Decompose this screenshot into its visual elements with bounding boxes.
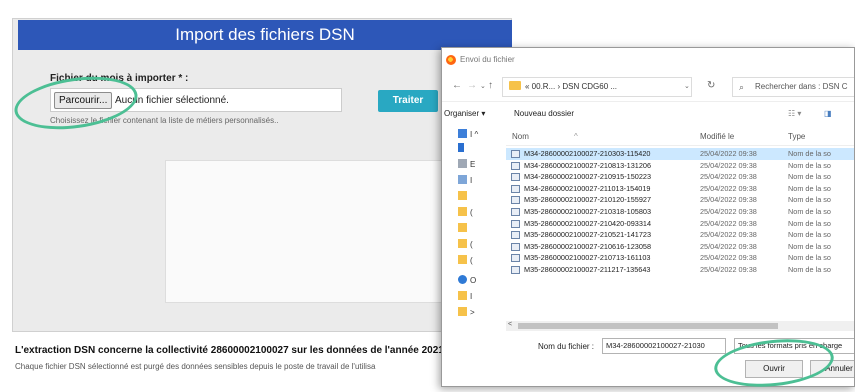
back-arrow-icon[interactable]: ← <box>452 80 462 91</box>
filetype-select[interactable]: Tous les formats pris en charge <box>734 338 854 354</box>
tree-item-quick-access[interactable]: I ^ <box>458 128 502 142</box>
file-icon <box>511 231 520 240</box>
file-icon <box>511 173 520 182</box>
file-icon <box>511 161 520 170</box>
file-input[interactable]: Parcourir... Aucun fichier sélectionné. <box>50 88 342 112</box>
file-row[interactable]: M35-28600002100027-210521-141723 25/04/20… <box>506 229 854 241</box>
path-dropdown-icon[interactable]: ⌄ <box>684 82 690 90</box>
column-type[interactable]: Type <box>788 132 805 141</box>
filename-input[interactable]: M34-28600002100027-21030 <box>602 338 726 354</box>
folder-icon <box>458 191 467 200</box>
organize-menu[interactable]: Organiser ▾ <box>444 109 485 118</box>
folder-icon <box>458 207 467 216</box>
tree-item-folder-5[interactable]: ( <box>458 254 502 268</box>
column-modified[interactable]: Modifié le <box>700 132 734 141</box>
column-name[interactable]: Nom <box>512 132 529 141</box>
file-icon <box>511 219 520 228</box>
folder-icon <box>458 291 467 300</box>
preview-pane-icon[interactable]: ◨ <box>824 109 832 118</box>
file-row[interactable]: M34-28600002100027-211013-154019 25/04/20… <box>506 183 854 195</box>
forward-arrow-icon[interactable]: → <box>467 80 477 91</box>
navigation-tree: I ^ E I ( ( ( O I > <box>442 128 504 321</box>
file-icon <box>511 242 520 251</box>
file-icon <box>511 150 520 158</box>
up-arrow-icon[interactable]: ↑ <box>488 80 493 91</box>
browse-button[interactable]: Parcourir... <box>54 92 113 109</box>
refresh-icon[interactable]: ↻ <box>707 80 715 91</box>
folder-icon <box>458 239 467 248</box>
search-input[interactable]: ⌕ Rechercher dans : DSN C <box>732 77 854 97</box>
quick-access-icon <box>458 129 467 138</box>
file-status-text: Aucun fichier sélectionné. <box>115 95 229 106</box>
sort-caret-icon: ^ <box>574 132 578 141</box>
tree-item-downloads[interactable] <box>458 142 502 156</box>
horizontal-scrollbar[interactable]: < <box>506 321 854 331</box>
cloud-icon <box>458 275 467 284</box>
file-row[interactable]: M35-28600002100027-210318-105803 25/04/20… <box>506 206 854 218</box>
search-placeholder: Rechercher dans : DSN C <box>755 82 848 91</box>
scroll-left-icon[interactable]: < <box>508 321 512 328</box>
filename-label: Nom du fichier : <box>538 342 595 351</box>
folder-icon <box>509 81 521 90</box>
file-icon <box>511 266 520 274</box>
file-list-header: Nom ^ Modifié le Type <box>506 128 854 146</box>
file-upload-dialog: Envoi du fichier ← → ⌄ ↑ « 00.R... › DSN… <box>441 47 855 387</box>
file-icon <box>511 196 520 205</box>
file-row[interactable]: M34-28600002100027-210915-150223 25/04/20… <box>506 171 854 183</box>
tree-item-folder-1[interactable] <box>458 190 502 204</box>
tree-item-pictures[interactable]: I <box>458 174 502 188</box>
file-row[interactable]: M35-28600002100027-211217-135643 25/04/20… <box>506 264 854 276</box>
tree-item-folder-2[interactable]: ( <box>458 206 502 220</box>
firefox-icon <box>446 55 456 65</box>
view-options-icon[interactable]: ☷ ▾ <box>788 109 801 118</box>
tree-item-folder-4[interactable]: ( <box>458 238 502 252</box>
file-icon <box>511 254 520 263</box>
breadcrumb[interactable]: « 00.R... › DSN CDG60 ... <box>502 77 692 97</box>
page: Import des fichiers DSN Fichier du mois … <box>0 0 855 392</box>
file-row[interactable]: M35-28600002100027-210713-161103 25/04/20… <box>506 252 854 264</box>
tree-item-onedrive[interactable]: O <box>458 274 502 288</box>
file-field-label: Fichier du mois à importer * : <box>50 73 189 84</box>
tree-item-folder-7[interactable]: > <box>458 306 502 320</box>
purge-note: Chaque fichier DSN sélectionné est purgé… <box>15 362 376 371</box>
scrollbar-thumb[interactable] <box>518 323 778 329</box>
download-icon <box>458 143 464 152</box>
file-list: Nom ^ Modifié le Type M34-28600002100027… <box>506 128 854 321</box>
folder-icon <box>458 307 467 316</box>
file-icon <box>511 184 520 193</box>
folder-icon <box>458 255 467 264</box>
traiter-button[interactable]: Traiter <box>378 90 438 112</box>
dialog-title: Envoi du fichier <box>460 55 515 64</box>
file-row[interactable]: M35-28600002100027-210420-093314 25/04/20… <box>506 218 854 230</box>
file-row[interactable]: M35-28600002100027-210616-123058 25/04/20… <box>506 241 854 253</box>
dialog-title-bar: Envoi du fichier <box>442 48 854 72</box>
folder-icon <box>458 223 467 232</box>
file-help-text: Choisissez le fichier contenant la liste… <box>50 116 279 125</box>
extraction-note: L'extraction DSN concerne la collectivit… <box>15 345 444 356</box>
file-icon <box>511 208 520 216</box>
tree-item-folder-6[interactable]: I <box>458 290 502 304</box>
preview-area <box>165 160 443 303</box>
file-row[interactable]: M34-28600002100027-210813-131206 25/04/20… <box>506 160 854 172</box>
breadcrumb-path: « 00.R... › DSN CDG60 ... <box>525 82 618 91</box>
file-row[interactable]: M34-28600002100027-210303-115420 25/04/20… <box>506 148 854 160</box>
search-icon: ⌕ <box>739 82 745 92</box>
open-button[interactable]: Ouvrir <box>745 360 803 378</box>
picture-icon <box>458 175 467 184</box>
dialog-toolbar: Organiser ▾ Nouveau dossier ☷ ▾ ◨ <box>442 104 854 124</box>
dialog-navbar: ← → ⌄ ↑ « 00.R... › DSN CDG60 ... ⌄ ↻ ⌕ … <box>442 72 854 102</box>
recent-dropdown-icon[interactable]: ⌄ <box>480 82 486 90</box>
new-folder-button[interactable]: Nouveau dossier <box>514 109 574 118</box>
tree-item-documents[interactable]: E <box>458 158 502 172</box>
page-title: Import des fichiers DSN <box>18 20 512 50</box>
file-row[interactable]: M35-28600002100027-210120-155927 25/04/20… <box>506 194 854 206</box>
tree-item-folder-3[interactable] <box>458 222 502 236</box>
document-icon <box>458 159 467 168</box>
cancel-button[interactable]: Annuler <box>810 360 854 378</box>
